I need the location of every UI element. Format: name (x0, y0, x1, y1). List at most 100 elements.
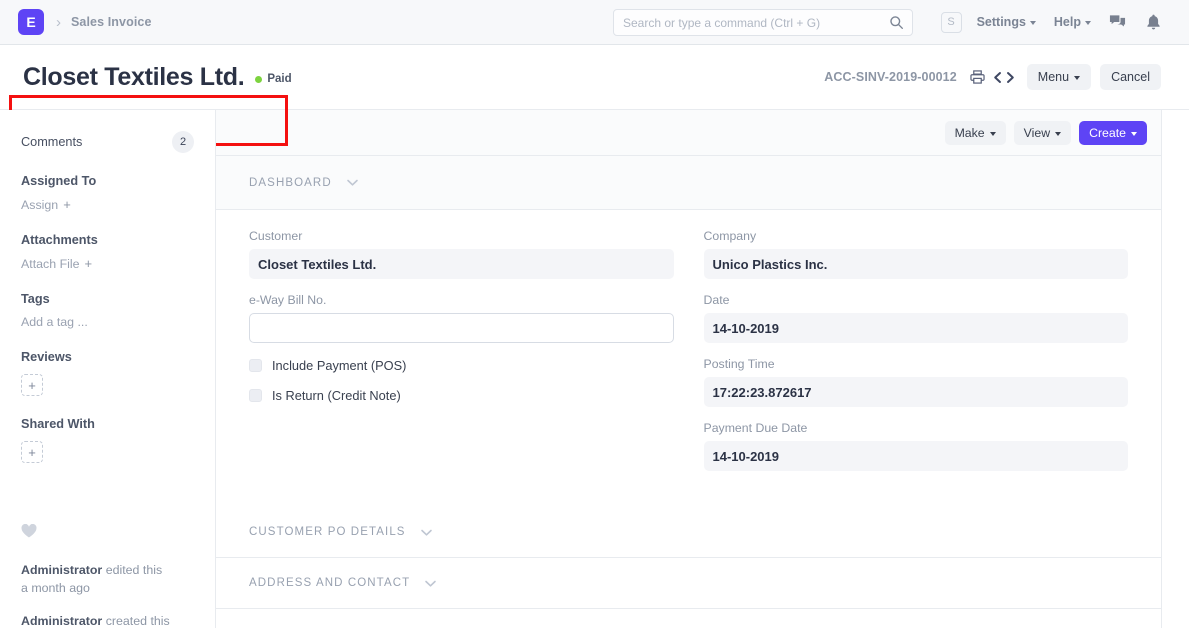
sidebar-section-attachments: Attachments Attach File + (21, 231, 215, 271)
right-gutter (1162, 110, 1189, 628)
search-input[interactable] (623, 15, 903, 30)
page-header: Closet Textiles Ltd. Paid ACC-SINV-2019-… (0, 45, 1189, 146)
status-badge: Paid (255, 73, 292, 85)
plus-icon: + (84, 256, 93, 271)
eway-bill-input[interactable] (249, 313, 674, 343)
help-menu[interactable]: Help (1054, 15, 1091, 29)
checkbox-label: Is Return (Credit Note) (272, 388, 401, 403)
make-button[interactable]: Make (944, 120, 1006, 145)
bell-icon[interactable] (1146, 14, 1161, 31)
create-label: Create (1089, 125, 1126, 140)
printer-icon[interactable] (970, 70, 985, 84)
sidebar-section-shared-with: Shared With + (21, 415, 215, 463)
chevron-down-icon (1055, 131, 1062, 136)
field-value[interactable]: Closet Textiles Ltd. (249, 249, 674, 279)
checkbox-is-return[interactable]: Is Return (Credit Note) (249, 388, 674, 403)
attach-file-button[interactable]: Attach File + (21, 256, 215, 271)
title-group: Closet Textiles Ltd. Paid (23, 63, 292, 92)
settings-label: Settings (976, 15, 1026, 29)
attachments-label: Attachments (21, 233, 98, 247)
page-title: Closet Textiles Ltd. (23, 62, 245, 91)
field-value[interactable]: 14-10-2019 (703, 313, 1128, 343)
make-label: Make (954, 125, 985, 140)
view-label: View (1023, 125, 1051, 140)
field-company: Company Unico Plastics Inc. (703, 229, 1128, 279)
chat-icon[interactable] (1109, 14, 1126, 30)
sidebar-section-reviews: Reviews + (21, 348, 215, 396)
page-body: Comments 2 Assigned To Assign + Attachme… (0, 110, 1189, 628)
section-header-customer-po-details[interactable]: CUSTOMER PO DETAILS (216, 507, 1161, 558)
menu-button[interactable]: Menu (1026, 64, 1092, 90)
section-header-address-and-contact[interactable]: ADDRESS AND CONTACT (216, 558, 1161, 609)
sidebar-section-assigned-to: Assigned To Assign + (21, 172, 215, 212)
form-column-left: Customer Closet Textiles Ltd. e-Way Bill… (249, 229, 674, 485)
page-header-actions: ACC-SINV-2019-00012 Menu Cancel (824, 64, 1189, 90)
chevron-down-icon[interactable] (346, 178, 359, 187)
status-dot-icon (255, 75, 263, 83)
help-label: Help (1053, 15, 1081, 29)
section-title: CUSTOMER PO DETAILS (249, 526, 406, 538)
view-button[interactable]: View (1013, 120, 1072, 145)
add-tag-input[interactable]: Add a tag ... (21, 315, 215, 329)
cancel-label: Cancel (1111, 70, 1150, 84)
status-label: Paid (267, 73, 292, 85)
add-share-button[interactable]: + (21, 441, 43, 463)
document-id: ACC-SINV-2019-00012 (824, 70, 957, 84)
add-review-button[interactable]: + (21, 374, 43, 396)
checkbox-box[interactable] (249, 389, 262, 402)
sidebar-section-tags: Tags Add a tag ... (21, 290, 215, 329)
activity-user: Administrator (21, 563, 103, 577)
sidebar: Comments 2 Assigned To Assign + Attachme… (0, 110, 216, 628)
search-icon[interactable] (889, 15, 904, 35)
activity-item: Administrator created this 2 months ago (21, 613, 201, 628)
chevron-down-icon[interactable] (424, 579, 437, 588)
plus-icon: + (28, 377, 36, 393)
sidebar-section-comments[interactable]: Comments 2 (21, 131, 215, 153)
field-label: Company (703, 229, 757, 243)
field-posting-time: Posting Time 17:22:23.872617 (703, 357, 1128, 407)
field-value[interactable]: Unico Plastics Inc. (703, 249, 1128, 279)
section-header-dashboard[interactable]: DASHBOARD (216, 156, 1161, 210)
field-eway-bill-no: e-Way Bill No. (249, 293, 674, 343)
document-card: Make View Create DASHBOARD Customer Clos… (216, 110, 1162, 628)
activity-action: edited this (102, 563, 163, 577)
chevron-down-icon[interactable] (420, 528, 433, 537)
checkbox-include-payment[interactable]: Include Payment (POS) (249, 358, 674, 373)
field-value[interactable]: 14-10-2019 (703, 441, 1128, 471)
chevron-down-icon (1131, 131, 1137, 136)
search-container[interactable] (613, 9, 913, 36)
field-payment-due-date: Payment Due Date 14-10-2019 (703, 421, 1128, 471)
chevron-down-icon (1029, 21, 1036, 25)
heart-icon[interactable] (21, 523, 215, 542)
field-label: Posting Time (703, 357, 775, 371)
checkbox-label: Include Payment (POS) (272, 358, 407, 373)
create-button[interactable]: Create (1079, 120, 1147, 145)
next-record-icon[interactable] (1005, 71, 1016, 84)
previous-record-icon[interactable] (992, 71, 1003, 84)
form-grid: Customer Closet Textiles Ltd. e-Way Bill… (216, 210, 1161, 507)
add-tag-label: Add a tag ... (21, 315, 88, 329)
checkbox-box[interactable] (249, 359, 262, 372)
section-title: DASHBOARD (249, 176, 332, 189)
field-customer: Customer Closet Textiles Ltd. (249, 229, 674, 279)
breadcrumb-separator-icon: › (56, 13, 61, 31)
field-value[interactable]: 17:22:23.872617 (703, 377, 1128, 407)
app-logo[interactable]: E (18, 9, 44, 35)
assign-button[interactable]: Assign + (21, 197, 215, 212)
top-navbar: E › Sales Invoice S Settings Help (0, 0, 1189, 45)
comments-label: Comments (21, 135, 83, 149)
field-date: Date 14-10-2019 (703, 293, 1128, 343)
comments-count-badge: 2 (172, 131, 194, 153)
main-content: Make View Create DASHBOARD Customer Clos… (216, 110, 1189, 628)
action-toolbar: Make View Create (216, 110, 1161, 156)
navbar-right: S Settings Help (940, 11, 1173, 33)
section-title: ADDRESS AND CONTACT (249, 577, 411, 589)
avatar[interactable]: S (940, 11, 962, 33)
settings-menu[interactable]: Settings (977, 15, 1036, 29)
field-label: Customer (249, 229, 303, 243)
cancel-button[interactable]: Cancel (1100, 64, 1161, 90)
plus-icon: + (28, 444, 36, 460)
breadcrumb-sales-invoice[interactable]: Sales Invoice (71, 15, 152, 29)
activity-action: created this (102, 613, 170, 628)
global-search (613, 9, 913, 36)
